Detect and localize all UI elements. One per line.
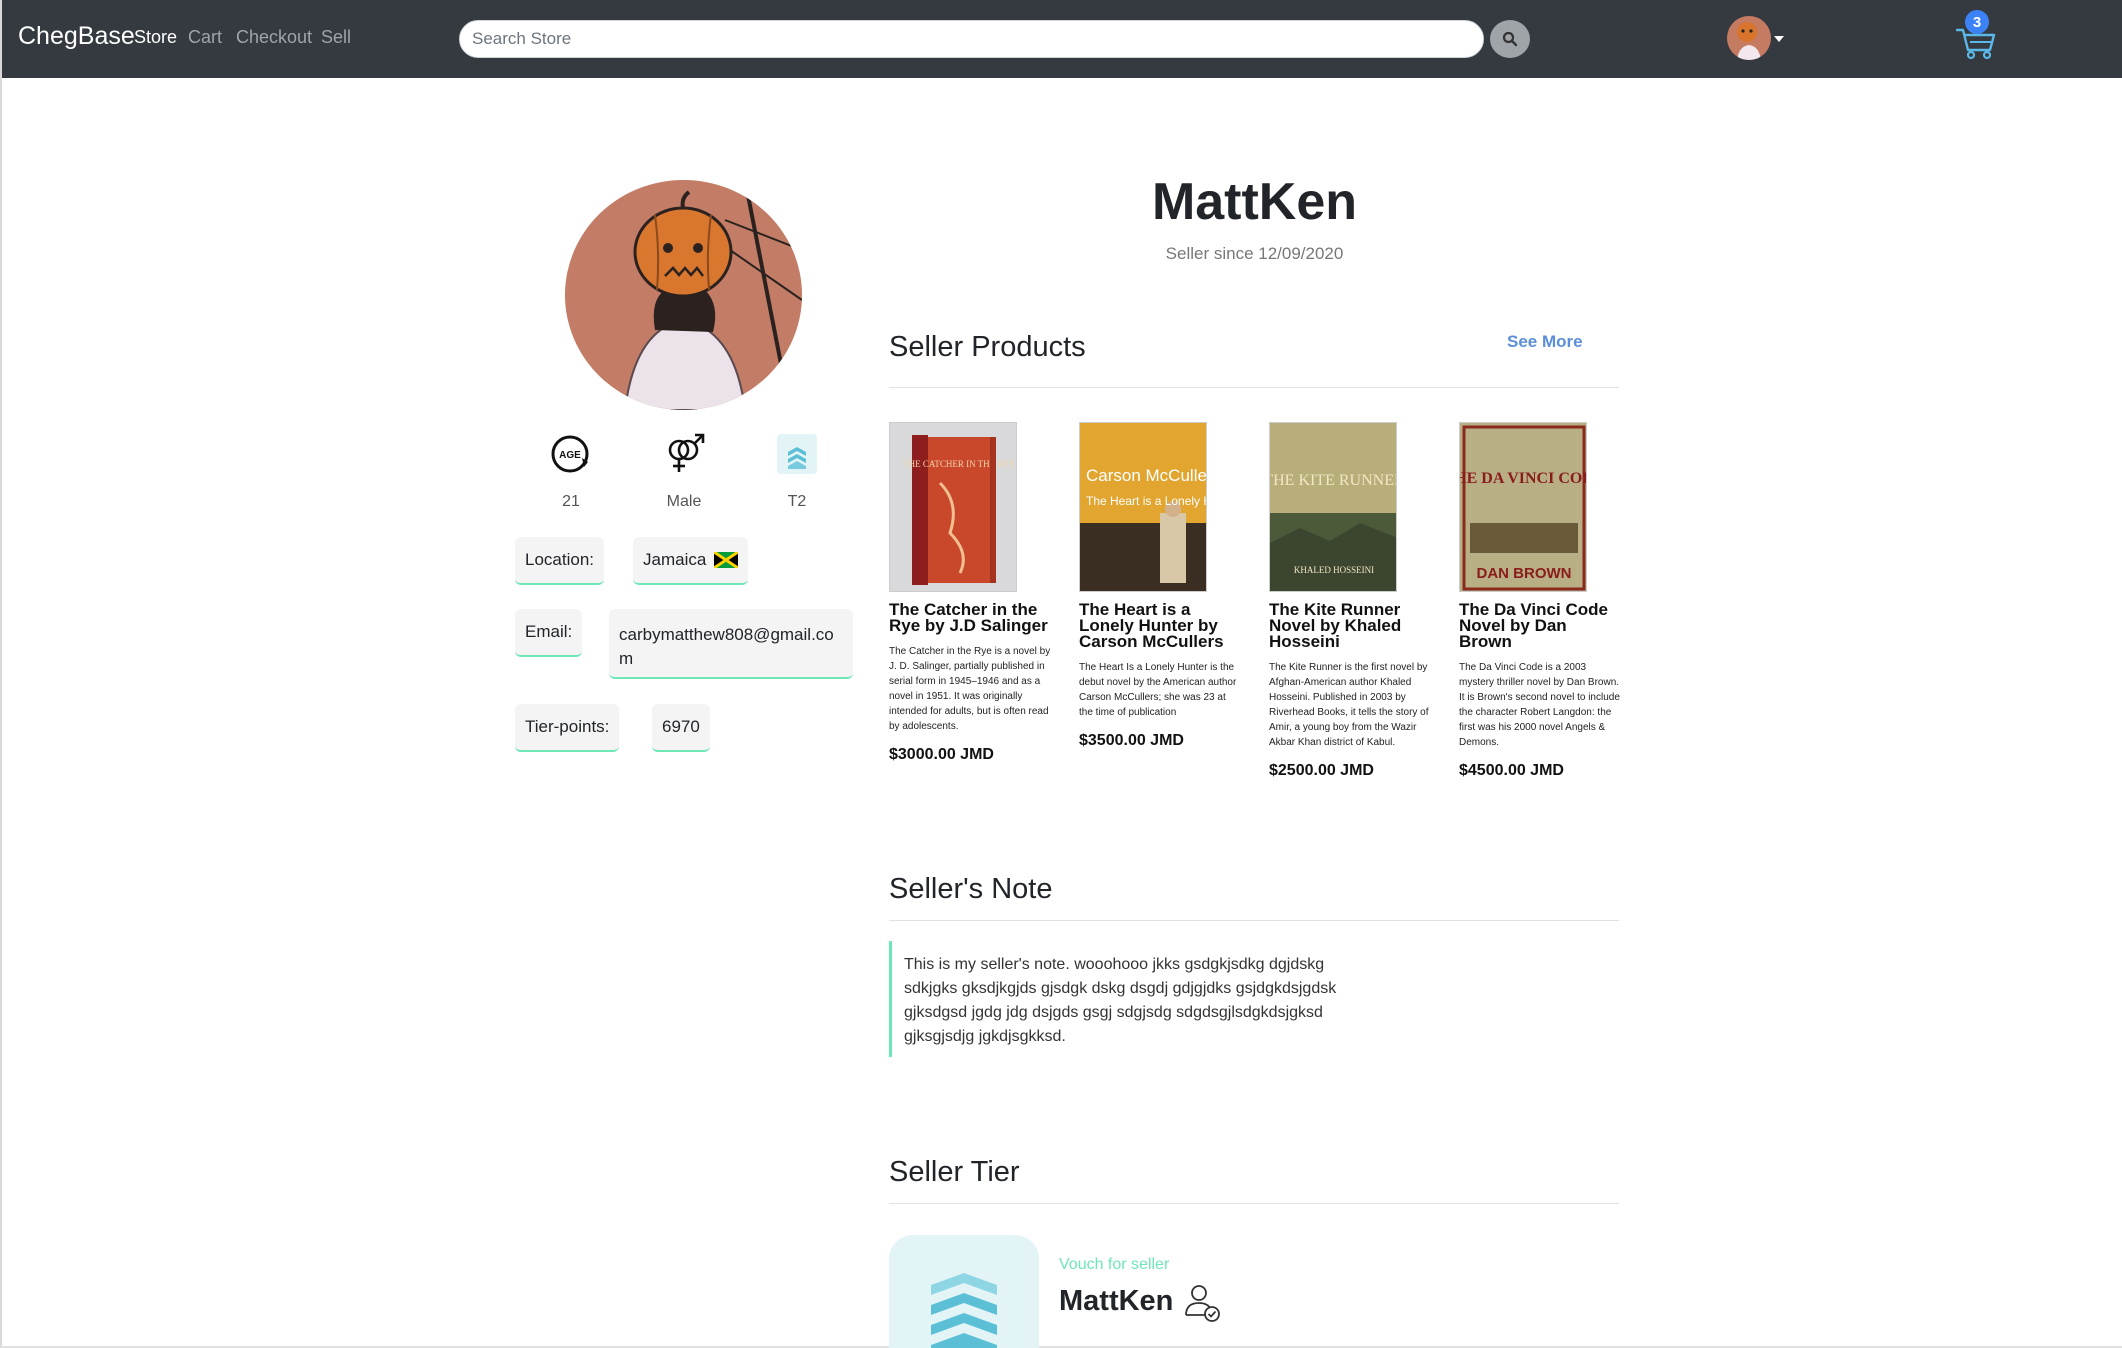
svg-text:THE CATCHER IN THE RYE: THE CATCHER IN THE RYE <box>903 459 1015 469</box>
chevron-down-icon[interactable] <box>1774 36 1784 42</box>
product-title[interactable]: The Heart is a Lonely Hunter by Carson M… <box>1079 601 1241 650</box>
tier-chevron-icon <box>931 1273 997 1348</box>
gender-icon <box>668 433 705 472</box>
product-title[interactable]: The Kite Runner Novel by Khaled Hosseini <box>1269 601 1431 650</box>
svg-text:The Heart is a Lonely Hunter: The Heart is a Lonely Hunter <box>1086 494 1207 508</box>
product-description: The Da Vinci Code is a 2003 mystery thri… <box>1459 662 1620 748</box>
nav-link-cart[interactable]: Cart <box>188 27 222 48</box>
email-value: carbymatthew808@gmail.co m <box>609 609 853 679</box>
svg-text:THE KITE RUNNER: THE KITE RUNNER <box>1270 472 1397 489</box>
seller-since: Seller since 12/09/2020 <box>1165 244 1344 263</box>
email-text: carbymatthew808@gmail.co m <box>619 625 834 668</box>
section-title-products: Seller Products <box>889 331 1086 363</box>
product-price: $4500.00 JMD <box>1459 762 1564 779</box>
location-value: Jamaica <box>633 537 749 585</box>
product-cover-image[interactable]: Carson McCullers The Heart is a Lonely H… <box>1079 422 1207 592</box>
product-card[interactable]: THE DA VINCI CODE DAN BROWN The Da Vinci… <box>1459 422 1621 780</box>
note-line: This is my seller's note. wooohooo jkks … <box>904 956 1325 973</box>
age-icon: AGE <box>551 435 589 473</box>
gender-value: Male <box>666 493 702 510</box>
note-line: gjksdgsd jgdg jdg dsjgds gsgj sdgjsdg sd… <box>904 1004 1323 1021</box>
note-line: sdkjgks gksdjkgjds gjsdgk dskg dsgdj gdj… <box>904 980 1337 997</box>
seller-username: MattKen <box>1151 173 1358 231</box>
tier-chevron-icon <box>777 434 817 474</box>
note-line: gjksgjsdjg jgkdjsgkksd. <box>904 1028 1066 1045</box>
svg-text:KHALED HOSSEINI: KHALED HOSSEINI <box>1294 565 1374 575</box>
search-input[interactable] <box>459 20 1484 58</box>
brand-logo[interactable]: ChegBase <box>18 22 135 51</box>
divider <box>889 1203 1619 1204</box>
cart-count-badge: 3 <box>1965 10 1989 34</box>
search-button[interactable] <box>1490 20 1530 58</box>
profile-photo <box>565 180 802 410</box>
product-description: The Heart Is a Lonely Hunter is the debu… <box>1079 662 1237 718</box>
search-icon <box>1502 31 1518 47</box>
email-label: Email: <box>515 609 583 657</box>
gender-stat: Male <box>644 432 724 511</box>
tier-value: T2 <box>787 493 807 510</box>
product-title[interactable]: The Catcher in the Rye by J.D Salinger <box>889 601 1051 634</box>
product-cover-image[interactable]: THE CATCHER IN THE RYE <box>889 422 1017 592</box>
jamaica-flag-icon <box>714 552 739 568</box>
vouch-label: Vouch for seller <box>1059 1256 1170 1273</box>
svg-text:THE DA VINCI CODE: THE DA VINCI CODE <box>1460 470 1587 487</box>
nav-link-store[interactable]: Store <box>134 27 177 48</box>
tier-stat: T2 <box>757 432 837 511</box>
product-card[interactable]: Carson McCullers The Heart is a Lonely H… <box>1079 422 1241 750</box>
product-cover-image[interactable]: THE KITE RUNNER KHALED HOSSEINI <box>1269 422 1397 592</box>
age-value: 21 <box>562 493 580 510</box>
product-price: $3000.00 JMD <box>889 746 994 763</box>
tierpoints-label: Tier-points: <box>515 704 620 752</box>
nav-link-checkout[interactable]: Checkout <box>236 27 312 48</box>
page: ChegBase Store Cart Checkout Sell Search… <box>0 0 2122 1348</box>
section-title-tier: Seller Tier <box>889 1156 1020 1188</box>
product-description: The Catcher in the Rye is a novel by J. … <box>889 646 1051 732</box>
nav-link-sell[interactable]: Sell <box>321 27 351 48</box>
product-description: The Kite Runner is the first novel by Af… <box>1269 662 1429 748</box>
see-more-link[interactable]: See More <box>1507 332 1583 352</box>
product-cover-image[interactable]: THE DA VINCI CODE DAN BROWN <box>1459 422 1587 592</box>
product-card[interactable]: THE KITE RUNNER KHALED HOSSEINI The Kite… <box>1269 422 1431 780</box>
user-avatar[interactable] <box>1727 16 1771 60</box>
product-card[interactable]: THE CATCHER IN THE RYE The Catcher in th… <box>889 422 1051 764</box>
svg-text:DAN BROWN: DAN BROWN <box>1477 565 1572 582</box>
tier-badge-card <box>889 1235 1039 1348</box>
user-check-icon[interactable] <box>1183 1283 1221 1323</box>
age-stat: AGE 21 <box>531 432 611 511</box>
product-price: $2500.00 JMD <box>1269 762 1374 779</box>
navbar: ChegBase Store Cart Checkout Sell Search… <box>2 0 2122 78</box>
section-title-note: Seller's Note <box>889 873 1053 905</box>
svg-text:Carson McCullers: Carson McCullers <box>1086 466 1207 485</box>
location-text: Jamaica <box>643 550 707 569</box>
divider <box>889 387 1619 388</box>
seller-note: This is my seller's note. wooohooo jkks … <box>889 941 1389 1057</box>
divider <box>889 920 1619 921</box>
product-price: $3500.00 JMD <box>1079 732 1184 749</box>
location-label: Location: <box>515 537 604 585</box>
tier-seller-name: MattKen <box>1059 1285 1174 1317</box>
svg-text:AGE: AGE <box>559 450 581 461</box>
cart-button[interactable]: 3 <box>1954 10 1998 60</box>
tierpoints-value: 6970 <box>652 704 710 752</box>
product-title[interactable]: The Da Vinci Code Novel by Dan Brown <box>1459 601 1621 650</box>
